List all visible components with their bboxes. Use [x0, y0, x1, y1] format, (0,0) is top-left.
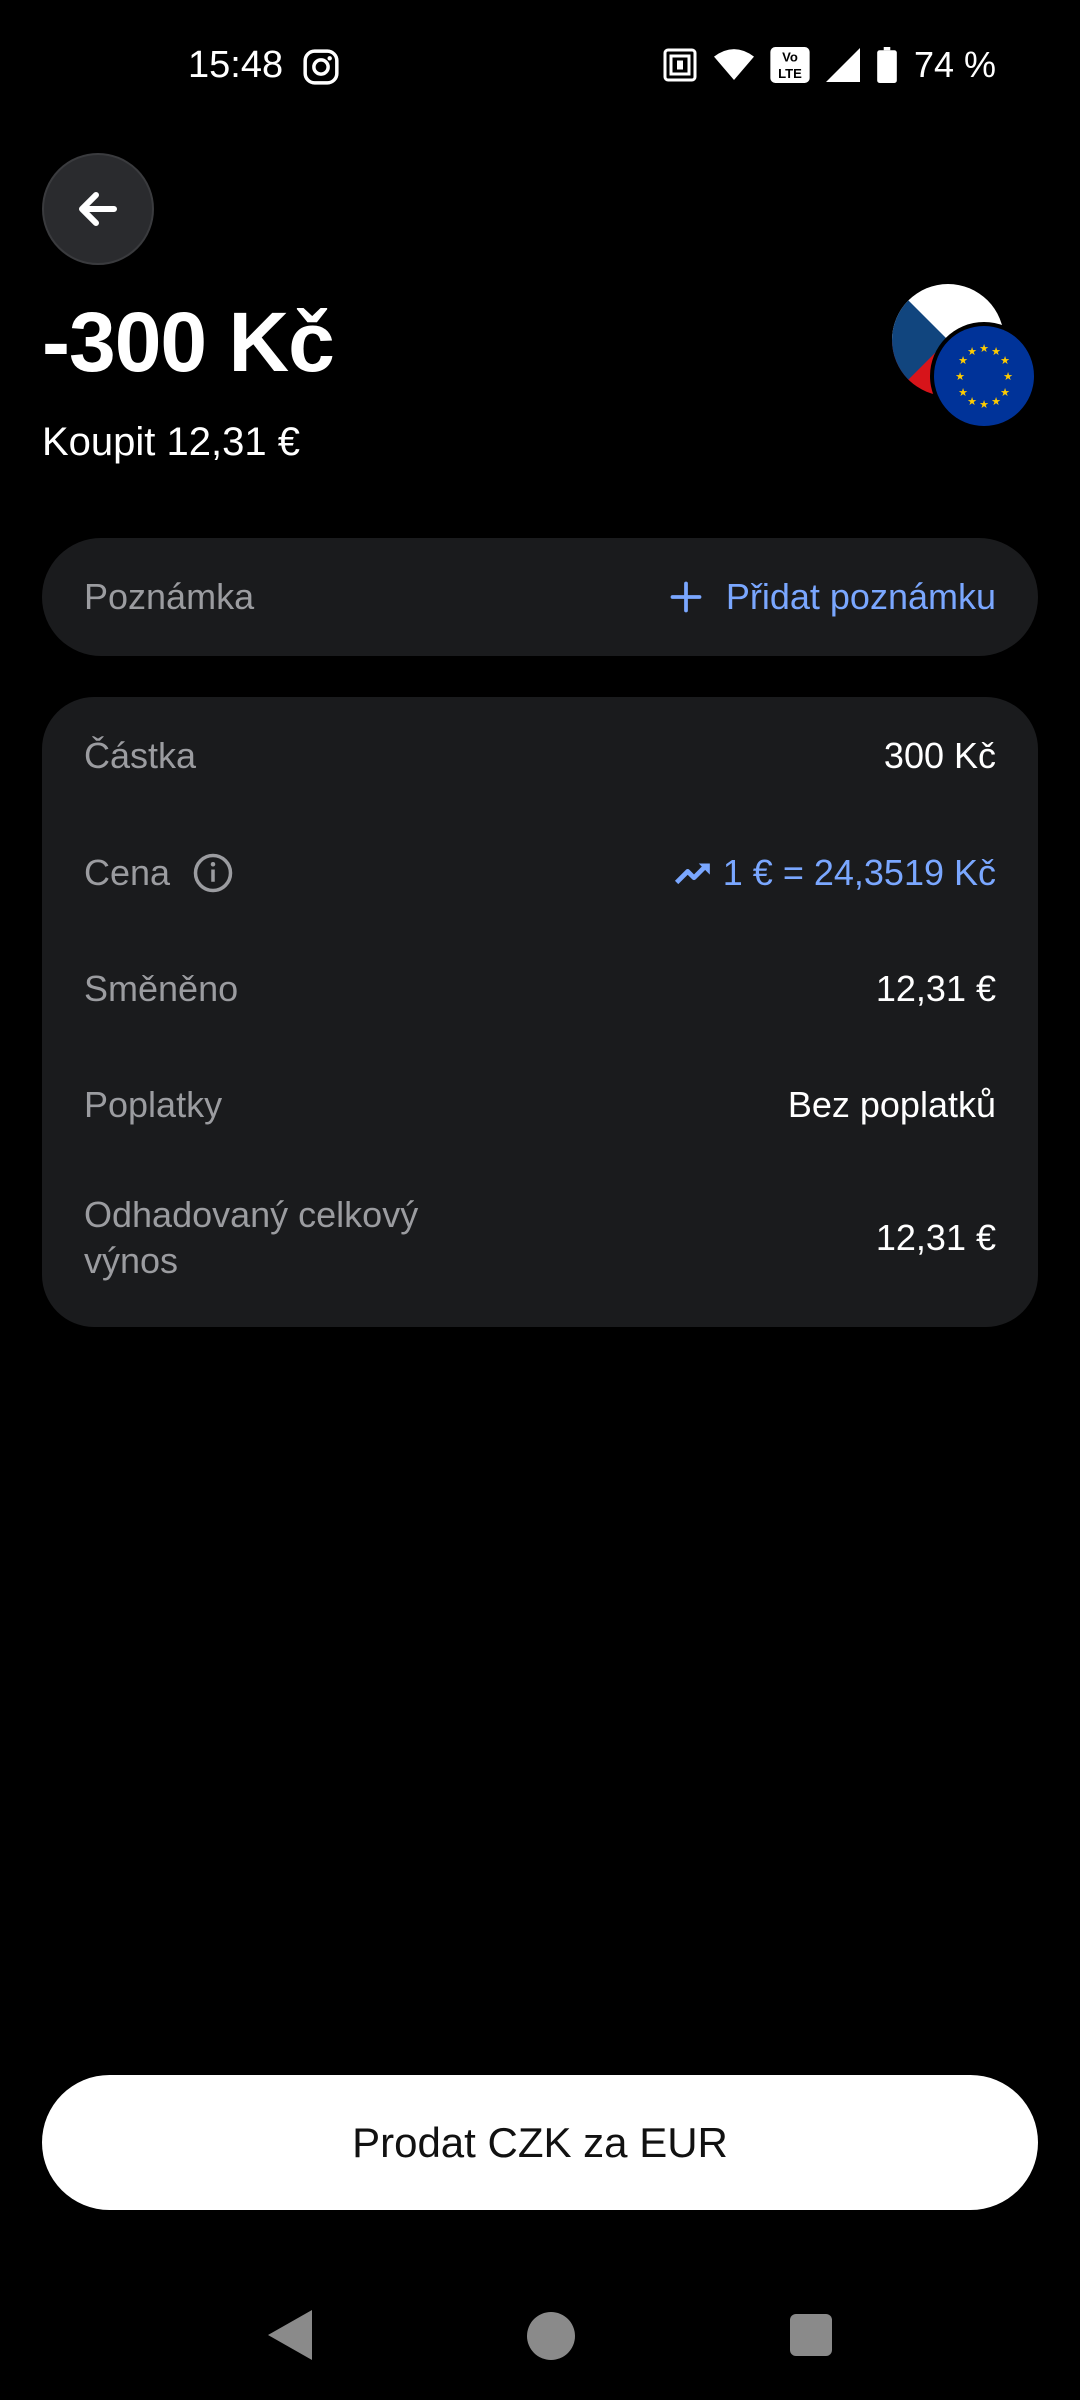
- svg-text:★: ★: [1003, 370, 1013, 383]
- detail-row-fees: Poplatky Bez poplatků: [84, 1047, 996, 1163]
- detail-row-price: Cena 1 € = 24,3519 Kč: [84, 815, 996, 931]
- detail-label: Směněno: [84, 968, 239, 1009]
- detail-value: 12,31 €: [875, 968, 996, 1009]
- detail-row-exchanged: Směněno 12,31 €: [84, 931, 996, 1047]
- currency-flags: ★ ★ ★ ★ ★ ★ ★ ★ ★ ★ ★ ★: [892, 284, 1038, 430]
- arrow-left-icon: [79, 192, 117, 226]
- battery-icon: [877, 47, 897, 83]
- detail-value: 12,31 €: [875, 1217, 996, 1258]
- transaction-subtitle: Koupit 12,31 €: [42, 420, 300, 464]
- detail-value: 1 € = 24,3519 Kč: [722, 852, 996, 893]
- svg-text:★: ★: [958, 386, 968, 399]
- signal-icon: [825, 48, 860, 82]
- add-note-label: Přidat poznámku: [725, 576, 996, 617]
- svg-text:★: ★: [967, 395, 977, 408]
- status-icons: Vo LTE 74 %: [662, 44, 996, 86]
- plus-icon: [670, 581, 702, 613]
- price-rate[interactable]: 1 € = 24,3519 Kč: [674, 852, 996, 894]
- transaction-amount: -300 Kč: [42, 295, 335, 389]
- sell-czk-for-eur-button[interactable]: Prodat CZK za EUR: [42, 2075, 1038, 2210]
- battery-percent: 74 %: [913, 44, 996, 85]
- svg-text:★: ★: [967, 345, 977, 358]
- nfc-icon: [663, 48, 697, 82]
- detail-value: Bez poplatků: [787, 1084, 996, 1125]
- status-time: 15:48: [188, 44, 284, 86]
- detail-label: Poplatky: [84, 1084, 223, 1125]
- instagram-icon: [303, 49, 339, 85]
- detail-label: Cena: [84, 852, 171, 893]
- nav-recents-icon[interactable]: [790, 2314, 832, 2356]
- svg-text:★: ★: [991, 395, 1001, 408]
- svg-text:★: ★: [1000, 354, 1010, 367]
- back-button[interactable]: [42, 153, 154, 265]
- detail-value: 300 Kč: [883, 735, 996, 776]
- note-label: Poznámka: [84, 576, 255, 617]
- details-card: Částka 300 Kč Cena 1 € = 24,3519 Kč Směn…: [42, 697, 1038, 1327]
- svg-text:★: ★: [955, 370, 965, 383]
- detail-row-amount: Částka 300 Kč: [84, 697, 996, 815]
- detail-label: Částka: [84, 735, 197, 776]
- detail-label-wrap: Cena: [84, 852, 234, 894]
- svg-text:LTE: LTE: [778, 66, 802, 81]
- info-icon[interactable]: [192, 852, 234, 894]
- trending-up-icon: [674, 863, 710, 885]
- status-bar: 15:48 Vo LTE 74 %: [0, 0, 1080, 136]
- add-note-button[interactable]: Přidat poznámku: [668, 576, 996, 618]
- wifi-icon: [713, 49, 754, 80]
- svg-text:★: ★: [979, 342, 989, 355]
- detail-row-estimated-return: Odhadovaný celkový výnos 12,31 €: [84, 1163, 996, 1313]
- nav-back-icon[interactable]: [268, 2310, 312, 2360]
- note-card: Poznámka Přidat poznámku: [42, 538, 1038, 656]
- eu-flag-icon: ★ ★ ★ ★ ★ ★ ★ ★ ★ ★ ★ ★: [930, 322, 1038, 430]
- detail-label: Odhadovaný celkový výnos: [84, 1194, 419, 1281]
- volte-icon: Vo LTE: [770, 47, 810, 83]
- system-nav-bar: [0, 2280, 1080, 2400]
- nav-home-icon[interactable]: [527, 2312, 575, 2360]
- svg-text:★: ★: [1000, 386, 1010, 399]
- svg-text:Vo: Vo: [782, 50, 798, 65]
- svg-text:★: ★: [979, 398, 989, 411]
